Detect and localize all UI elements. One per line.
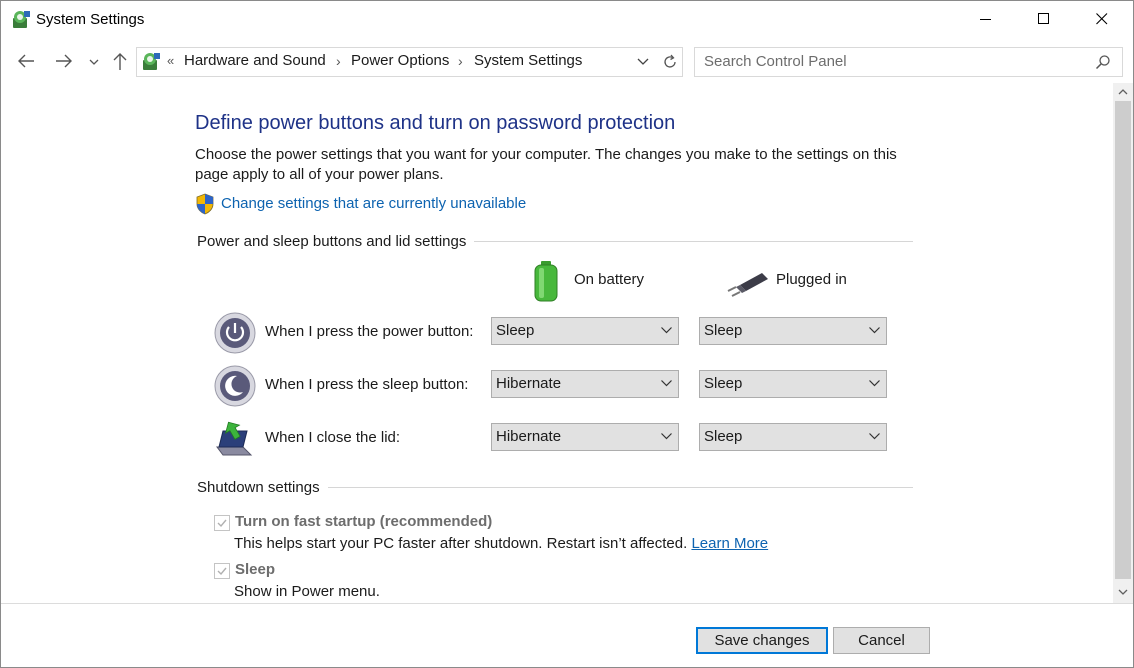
minimize-button[interactable] xyxy=(958,1,1016,39)
select-value: Sleep xyxy=(704,375,743,392)
checkmark-icon xyxy=(217,519,227,528)
shutdown-group-label: Shutdown settings xyxy=(197,479,328,496)
minimize-icon xyxy=(980,19,991,20)
chevron-down-icon[interactable] xyxy=(635,56,651,68)
fast-startup-description: This helps start your PC faster after sh… xyxy=(234,535,768,552)
chevron-down-icon xyxy=(869,380,880,387)
sleep-button-plugged-select[interactable]: Sleep xyxy=(699,370,887,398)
refresh-button[interactable] xyxy=(658,47,683,77)
page-title: Define power buttons and turn on passwor… xyxy=(195,112,676,134)
lid-close-plugged-select[interactable]: Sleep xyxy=(699,423,887,451)
power-button-plugged-select[interactable]: Sleep xyxy=(699,317,887,345)
sleep-button-row: When I press the sleep button: Hibernate… xyxy=(213,364,913,408)
search-input[interactable]: Search Control Panel xyxy=(694,47,1123,77)
select-value: Sleep xyxy=(704,428,743,445)
power-plug-icon xyxy=(727,273,768,297)
footer-bar: Save changes Cancel xyxy=(1,603,1133,667)
title-bar: System Settings xyxy=(1,1,1133,39)
main-content: Define power buttons and turn on passwor… xyxy=(1,83,1113,603)
close-button[interactable] xyxy=(1074,1,1132,39)
breadcrumb-system-settings[interactable]: System Settings xyxy=(474,52,582,69)
forward-arrow-icon[interactable] xyxy=(54,51,74,71)
select-value: Hibernate xyxy=(496,375,562,392)
search-placeholder: Search Control Panel xyxy=(704,53,847,70)
refresh-icon xyxy=(664,54,676,68)
sleep-label: Sleep xyxy=(235,561,276,578)
power-button-label: When I press the power button: xyxy=(265,323,474,340)
power-group-label: Power and sleep buttons and lid settings xyxy=(197,233,475,250)
scroll-down-arrow-icon[interactable] xyxy=(1113,583,1133,601)
laptop-lid-icon xyxy=(216,421,253,456)
checkmark-icon xyxy=(217,567,227,576)
lid-close-label: When I close the lid: xyxy=(265,429,401,446)
back-arrow-icon[interactable] xyxy=(16,51,36,71)
system-settings-window: System Settings « Hardware and Sound › P… xyxy=(0,0,1134,668)
lid-close-row: When I close the lid: Hibernate Sleep xyxy=(213,417,913,461)
fast-startup-checkbox[interactable] xyxy=(214,515,230,531)
breadcrumb-separator[interactable]: › xyxy=(458,53,463,69)
power-button-row: When I press the power button: Sleep Sle… xyxy=(213,311,913,355)
recent-locations-chevron-icon[interactable] xyxy=(87,51,101,71)
up-arrow-icon[interactable] xyxy=(111,51,129,71)
sleep-button-battery-select[interactable]: Hibernate xyxy=(491,370,679,398)
sleep-description: Show in Power menu. xyxy=(234,583,380,600)
control-panel-icon xyxy=(143,53,160,70)
power-button-icon xyxy=(214,312,256,354)
column-on-battery: On battery xyxy=(531,259,701,303)
vertical-scrollbar[interactable] xyxy=(1113,83,1133,603)
chevron-down-icon xyxy=(661,433,672,440)
chevron-down-icon xyxy=(869,327,880,334)
control-panel-icon xyxy=(13,11,30,28)
fast-startup-label: Turn on fast startup (recommended) xyxy=(235,513,493,530)
scroll-up-arrow-icon[interactable] xyxy=(1113,83,1133,101)
plugged-in-label: Plugged in xyxy=(776,271,847,288)
select-value: Sleep xyxy=(496,322,535,339)
page-description: Choose the power settings that you want … xyxy=(195,146,897,183)
sleep-button-label: When I press the sleep button: xyxy=(265,376,469,393)
learn-more-link[interactable]: Learn More xyxy=(691,535,768,552)
maximize-icon xyxy=(1038,13,1049,24)
battery-icon xyxy=(534,261,558,302)
breadcrumb-power-options[interactable]: Power Options xyxy=(351,52,449,69)
navigation-bar: « Hardware and Sound › Power Options › S… xyxy=(1,39,1133,83)
close-icon xyxy=(1096,13,1108,25)
change-settings-link[interactable]: Change settings that are currently unava… xyxy=(221,195,526,212)
select-value: Hibernate xyxy=(496,428,562,445)
sleep-checkbox[interactable] xyxy=(214,563,230,579)
breadcrumb-separator[interactable]: › xyxy=(336,53,341,69)
breadcrumb-overflow[interactable]: « xyxy=(167,53,174,68)
on-battery-label: On battery xyxy=(574,271,645,288)
chevron-down-icon xyxy=(661,380,672,387)
sleep-button-icon xyxy=(214,365,256,407)
cancel-button[interactable]: Cancel xyxy=(833,627,930,654)
lid-close-battery-select[interactable]: Hibernate xyxy=(491,423,679,451)
save-changes-button[interactable]: Save changes xyxy=(696,627,828,654)
chevron-down-icon xyxy=(661,327,672,334)
select-value: Sleep xyxy=(704,322,743,339)
window-title: System Settings xyxy=(36,11,145,28)
column-plugged-in: Plugged in xyxy=(726,259,906,303)
scroll-thumb[interactable] xyxy=(1115,101,1131,579)
breadcrumb-hardware-and-sound[interactable]: Hardware and Sound xyxy=(184,52,326,69)
search-icon[interactable] xyxy=(1095,54,1111,70)
address-bar[interactable]: « Hardware and Sound › Power Options › S… xyxy=(136,47,659,77)
maximize-button[interactable] xyxy=(1016,1,1074,39)
uac-shield-icon xyxy=(196,193,214,215)
power-button-battery-select[interactable]: Sleep xyxy=(491,317,679,345)
chevron-down-icon xyxy=(869,433,880,440)
fast-startup-desc-text: This helps start your PC faster after sh… xyxy=(234,535,688,552)
